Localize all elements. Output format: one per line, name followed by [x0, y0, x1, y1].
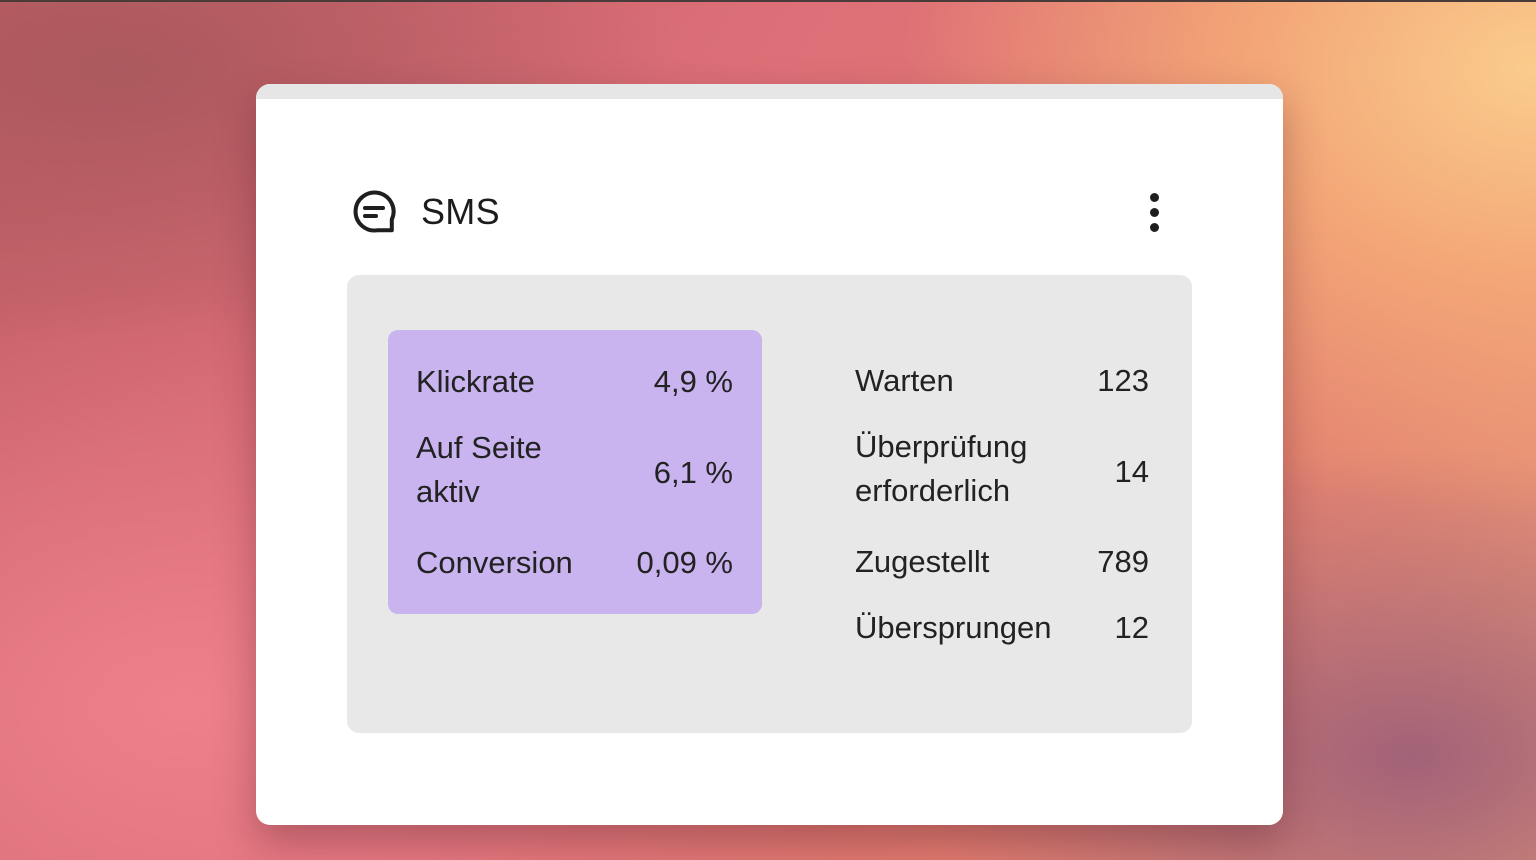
rate-value: 4,9 % [653, 364, 733, 399]
count-label: Warten [855, 363, 954, 398]
card-top-bar [256, 84, 1283, 99]
more-vertical-icon-dot [1149, 222, 1159, 232]
rate-label: Conversion [416, 545, 573, 580]
rate-value: 0,09 % [636, 545, 733, 580]
chat-bubble-icon [350, 188, 398, 236]
count-value: 12 [1114, 610, 1149, 645]
sms-stats-card: SMS Klickrate 4,9 % Auf Seite aktiv 6,1 … [256, 84, 1283, 825]
count-value: 123 [1097, 363, 1149, 398]
rate-label: Klickrate [416, 364, 535, 399]
rate-value: 6,1 % [653, 455, 733, 490]
card-title: SMS [421, 191, 500, 232]
window-top-edge [0, 0, 1536, 2]
rates-highlight-box: Klickrate 4,9 % Auf Seite aktiv 6,1 % Co… [388, 330, 762, 614]
count-label: Zugestellt [855, 544, 990, 579]
stats-panel: Klickrate 4,9 % Auf Seite aktiv 6,1 % Co… [347, 275, 1192, 733]
rate-label: Auf Seite aktiv [416, 430, 542, 509]
count-value: 789 [1097, 544, 1149, 579]
more-vertical-icon [1149, 192, 1159, 202]
count-label: Überprüfung erforderlich [855, 429, 1028, 508]
more-vertical-icon-dot [1149, 207, 1159, 217]
count-value: 14 [1114, 454, 1149, 489]
more-menu-button[interactable] [1136, 188, 1172, 236]
